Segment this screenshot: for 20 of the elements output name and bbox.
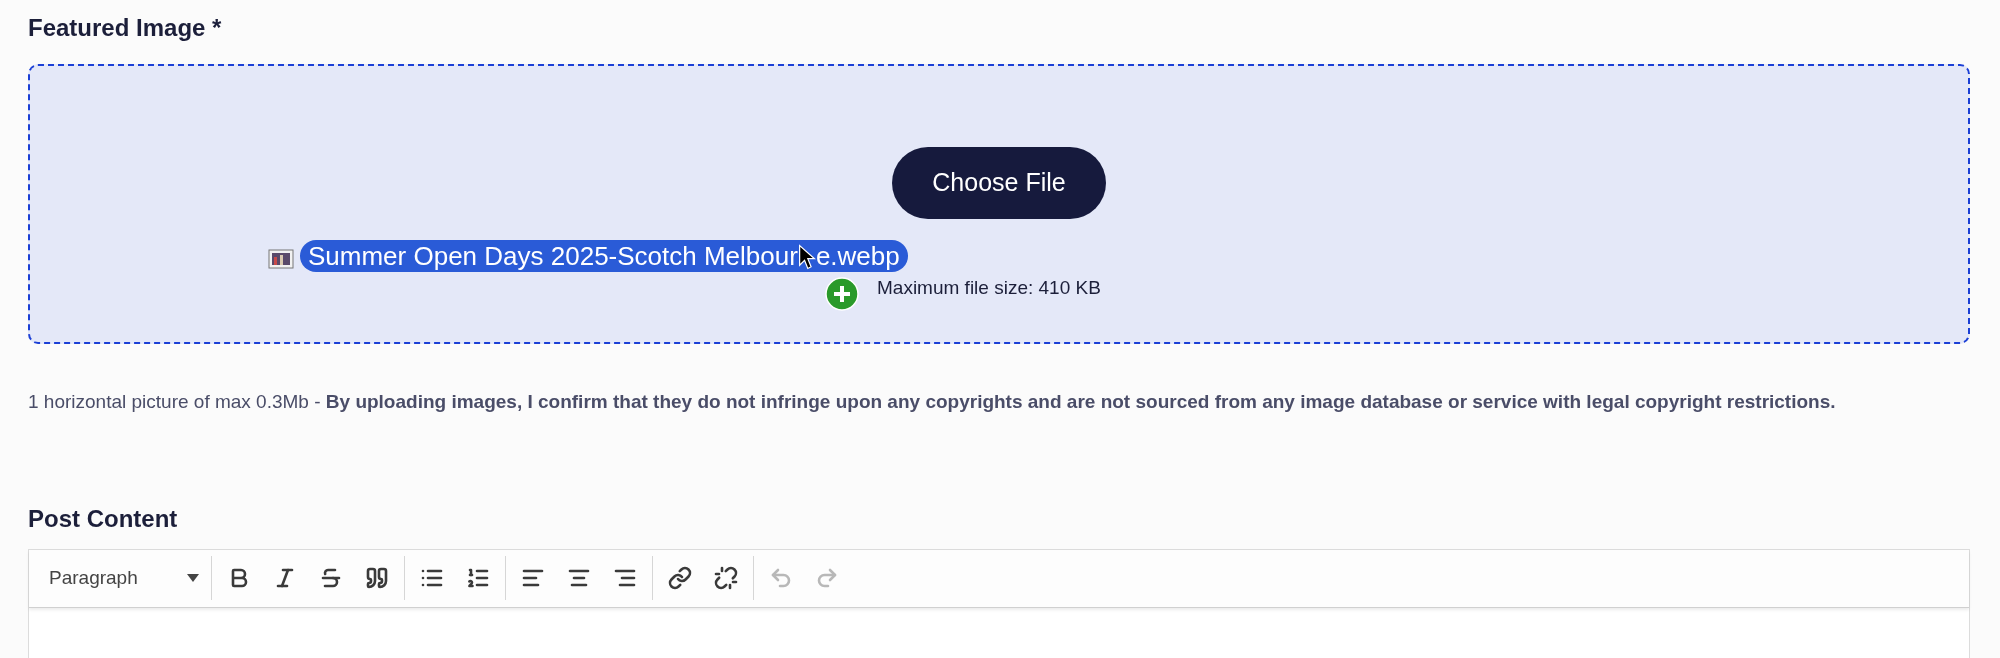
file-dropzone[interactable]: Choose File Summer Open Days 2025-Scotch Melbour e.webp Maximum file size: 410 KB — [28, 64, 1970, 344]
dropdown-caret-icon — [187, 574, 199, 582]
strikethrough-icon — [319, 566, 343, 590]
unlink-icon — [714, 566, 738, 590]
redo-icon — [815, 566, 839, 590]
numbered-list-icon — [466, 566, 490, 590]
field-label: Post Content — [28, 503, 179, 534]
cursor-icon — [797, 242, 816, 272]
link-icon — [668, 566, 692, 590]
format-select[interactable]: Paragraph — [29, 556, 211, 600]
add-badge-icon — [825, 277, 859, 311]
dragged-file-name: Summer Open Days 2025-Scotch Melbour — [308, 240, 798, 272]
max-file-size: Maximum file size: 410 KB — [877, 276, 1101, 300]
help-text: 1 horizontal picture of max 0.3Mb - By uploading images, I confirm that they do not infringe upon any copyrights and are not sourced from any image database or service with legal copyright restrictions. — [28, 390, 1837, 414]
image-file-icon — [268, 249, 294, 269]
choose-file-button[interactable]: Choose File — [892, 147, 1106, 219]
dragged-file-name: e.webp — [815, 240, 900, 272]
field-label: Featured Image * — [28, 13, 223, 43]
quote-icon — [365, 566, 389, 590]
undo-icon — [769, 566, 793, 590]
